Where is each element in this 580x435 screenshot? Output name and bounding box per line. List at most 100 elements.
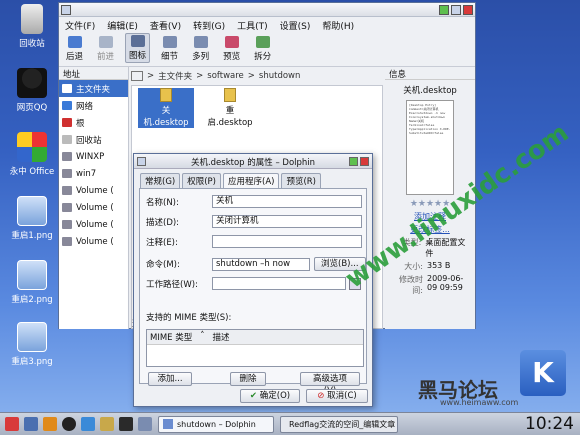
desktop-icon-office[interactable]: 永中 Office <box>4 132 60 177</box>
file-item-shutdown[interactable]: 关 机.desktop <box>138 88 194 128</box>
drive-icon <box>62 220 72 229</box>
sidebar-item-volume-3[interactable]: Volume ( <box>59 216 128 233</box>
advanced-options-button[interactable]: 高级选项(V) <box>300 372 360 396</box>
home-icon <box>62 84 72 93</box>
desktop-icon-qq[interactable]: 网页QQ <box>4 68 60 113</box>
sidebar-item-winxp[interactable]: WINXP <box>59 148 128 165</box>
sidebar-item-network[interactable]: 网络 <box>59 97 128 114</box>
remove-mime-button[interactable]: 删除 <box>230 372 266 386</box>
close-button[interactable] <box>463 5 473 15</box>
forward-button[interactable]: 前进 <box>94 35 117 63</box>
drive-icon <box>62 169 72 178</box>
back-button[interactable]: 后退 <box>63 35 86 63</box>
split-icon <box>255 36 270 48</box>
task-dolphin[interactable]: shutdown – Dolphin <box>158 415 274 433</box>
image-file-icon <box>17 322 47 352</box>
minimize-button[interactable] <box>439 5 449 15</box>
properties-dialog: 关机.desktop 的属性 – Dolphin 常规(G) 权限(P) 应用程… <box>133 153 373 407</box>
menu-file[interactable]: 文件(F) <box>65 19 95 32</box>
clock[interactable]: 10:24 <box>525 414 574 434</box>
preview-button[interactable]: 预览 <box>220 35 243 63</box>
mime-list-header: MIME 类型 ˄ 描述 <box>147 330 363 345</box>
window-menu-icon[interactable] <box>61 5 71 15</box>
menu-tools[interactable]: 工具(T) <box>237 19 268 32</box>
menu-go[interactable]: 转到(G) <box>193 19 225 32</box>
dialog-close-button[interactable] <box>360 157 369 166</box>
tab-application[interactable]: 应用程序(A) <box>223 173 280 188</box>
name-field[interactable]: 关机 <box>212 195 362 208</box>
dialog-titlebar[interactable]: 关机.desktop 的属性 – Dolphin <box>134 154 372 169</box>
comment-row: 注释(E): <box>146 235 362 248</box>
breadcrumb-sep: > <box>147 71 155 81</box>
breadcrumb-software[interactable]: software <box>207 71 244 81</box>
task-browser[interactable]: Redflag交流的空间_编辑文章 <box>280 415 398 433</box>
desktop-icon-png1[interactable]: 重启1.png <box>4 196 60 241</box>
office-launcher-icon[interactable] <box>100 417 114 431</box>
name-row: 名称(N): 关机 <box>146 195 362 208</box>
preview-icon <box>224 36 239 48</box>
description-field[interactable]: 关闭计算机 <box>212 215 362 228</box>
desktop-icon-png3[interactable]: 重启3.png <box>4 322 60 367</box>
command-field[interactable]: shutdown –h now <box>212 257 310 271</box>
icons-view-button[interactable]: 图标 <box>125 33 151 63</box>
sidebar-item-volume-4[interactable]: Volume ( <box>59 233 128 250</box>
file-manager-launcher-icon[interactable] <box>81 417 95 431</box>
split-button[interactable]: 拆分 <box>251 35 274 63</box>
firefox-launcher-icon[interactable] <box>43 417 57 431</box>
mime-label-row: 支持的 MIME 类型(S): <box>146 313 232 323</box>
sidebar-item-volume-1[interactable]: Volume ( <box>59 182 128 199</box>
workdir-row: 工作路径(W): <box>146 277 361 290</box>
mime-type-list[interactable]: MIME 类型 ˄ 描述 <box>146 329 364 367</box>
tab-preview[interactable]: 预览(R) <box>281 173 321 188</box>
tab-permissions[interactable]: 权限(P) <box>182 173 221 188</box>
dialog-help-button[interactable] <box>349 157 358 166</box>
back-arrow-icon <box>67 36 82 48</box>
menu-help[interactable]: 帮助(H) <box>322 19 354 32</box>
qq-launcher-icon[interactable] <box>62 417 76 431</box>
start-menu-icon[interactable] <box>5 417 19 431</box>
sidebar-item-win7[interactable]: win7 <box>59 165 128 182</box>
qq-icon <box>17 68 47 98</box>
sidebar-item-root[interactable]: 根 <box>59 114 128 131</box>
sidebar-item-volume-2[interactable]: Volume ( <box>59 199 128 216</box>
window-titlebar[interactable] <box>59 3 475 17</box>
menu-view[interactable]: 查看(V) <box>150 19 181 32</box>
trash-icon <box>21 4 43 34</box>
show-desktop-icon[interactable] <box>24 417 38 431</box>
pager-icon[interactable] <box>138 417 152 431</box>
network-icon <box>62 101 72 110</box>
menu-settings[interactable]: 设置(S) <box>280 19 311 32</box>
drive-icon <box>62 203 72 212</box>
breadcrumb-home[interactable]: 主文件夹 <box>158 70 192 82</box>
details-view-button[interactable]: 细节 <box>158 35 181 63</box>
sidebar-item-trash[interactable]: 回收站 <box>59 131 128 148</box>
terminal-launcher-icon[interactable] <box>119 417 133 431</box>
comment-field[interactable] <box>212 235 362 248</box>
mime-col-type[interactable]: MIME 类型 <box>150 331 192 343</box>
forward-arrow-icon <box>98 36 113 48</box>
workdir-field[interactable] <box>212 277 346 290</box>
command-row: 命令(M): shutdown –h now 浏览(B)... <box>146 257 366 271</box>
home-icon[interactable] <box>131 71 143 81</box>
desktop-icon-trash[interactable]: 回收站 <box>4 4 60 49</box>
cancel-button[interactable]: ⊘ 取消(C) <box>306 389 368 403</box>
sidebar-item-home[interactable]: 主文件夹 <box>59 80 128 97</box>
ok-button[interactable]: ✔ 确定(O) <box>240 389 300 403</box>
desc-row: 描述(D): 关闭计算机 <box>146 215 362 228</box>
breadcrumb-shutdown[interactable]: shutdown <box>259 71 300 81</box>
columns-view-button[interactable]: 多列 <box>189 35 212 63</box>
maximize-button[interactable] <box>451 5 461 15</box>
office-icon <box>17 132 47 162</box>
menu-edit[interactable]: 编辑(E) <box>107 19 138 32</box>
mime-col-desc[interactable]: 描述 <box>213 331 230 343</box>
places-panel-title: 地址 <box>59 67 128 80</box>
drive-icon <box>62 152 72 161</box>
breadcrumb-sep: > <box>196 71 204 81</box>
tab-general[interactable]: 常规(G) <box>140 173 181 188</box>
desktop-icon-png2[interactable]: 重启2.png <box>4 260 60 305</box>
dialog-menu-icon[interactable] <box>137 157 146 166</box>
details-view-icon <box>162 36 177 48</box>
file-item-reboot[interactable]: 重 启.desktop <box>202 88 258 128</box>
add-mime-button[interactable]: 添加... <box>148 372 192 386</box>
info-panel-title: 信息 <box>385 67 475 80</box>
